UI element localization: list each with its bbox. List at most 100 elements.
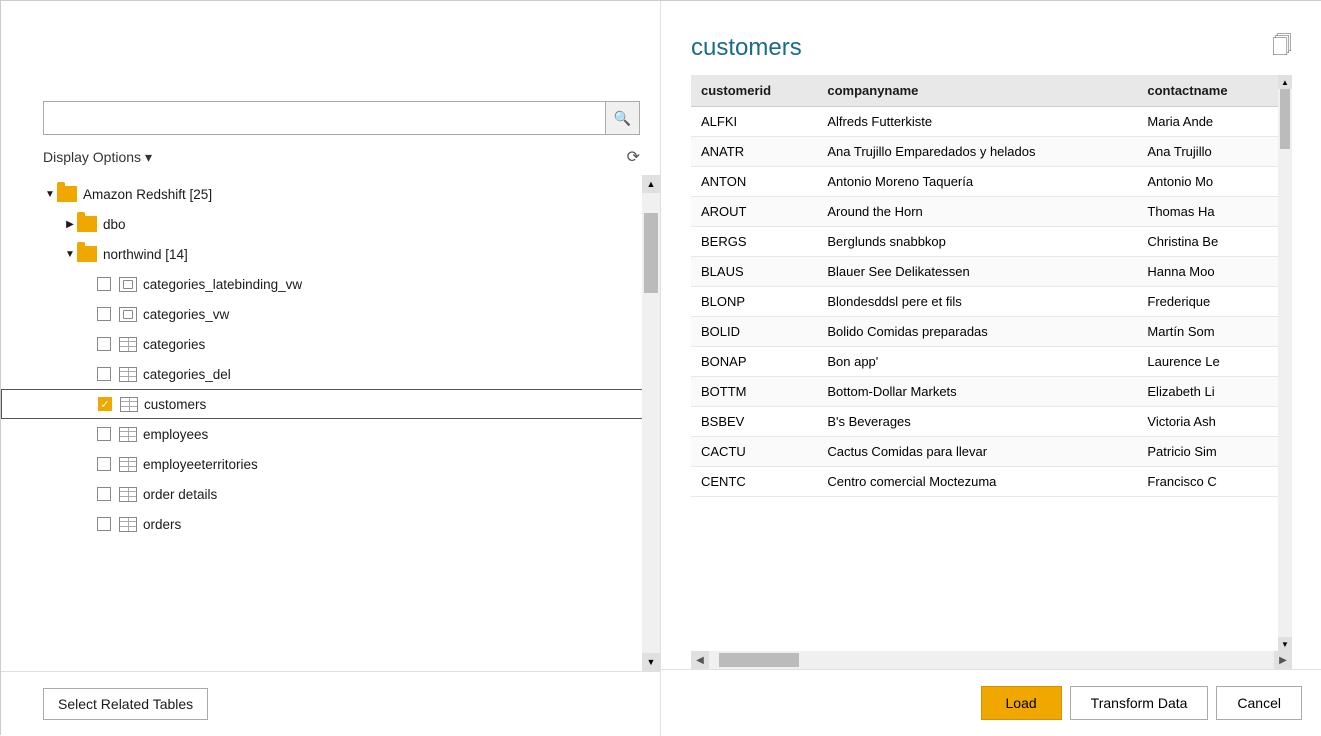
hscroll-right[interactable]: ▶ (1274, 651, 1292, 669)
table-icon-employees (119, 427, 137, 442)
table-row: AROUTAround the HornThomas Ha (691, 197, 1278, 227)
table-icon-customers (120, 397, 138, 412)
hscroll-track (709, 653, 1274, 667)
tree-label-amazon: Amazon Redshift [25] (83, 187, 212, 202)
cancel-button[interactable]: Cancel (1216, 686, 1302, 720)
tree-item-customers[interactable]: ✓ customers (1, 389, 660, 419)
tree-label-employeeterritories: employeeterritories (143, 457, 258, 472)
table-scroll-down[interactable]: ▼ (1278, 637, 1292, 651)
table-cell: Patricio Sim (1137, 437, 1278, 467)
tree-item-employeeterritories[interactable]: employeeterritories (1, 449, 660, 479)
tree-item-northwind[interactable]: ▼ northwind [14] (1, 239, 660, 269)
checkbox-customers[interactable]: ✓ (98, 397, 112, 411)
checkbox-categories[interactable] (97, 337, 111, 351)
table-cell: Elizabeth Li (1137, 377, 1278, 407)
table-row: BLAUSBlauer See DelikatessenHanna Moo (691, 257, 1278, 287)
checkbox-categories-vw[interactable] (97, 307, 111, 321)
display-options-button[interactable]: Display Options ▾ (43, 149, 152, 166)
view-icon-clbvw (119, 277, 137, 292)
folder-icon-amazon (57, 186, 77, 202)
checkbox-employeeterritories[interactable] (97, 457, 111, 471)
table-cell: BOTTM (691, 377, 817, 407)
table-scroll-thumb (1280, 89, 1290, 149)
table-cell: Antonio Mo (1137, 167, 1278, 197)
table-cell: CENTC (691, 467, 817, 497)
table-cell: BOLID (691, 317, 817, 347)
table-cell: Antonio Moreno Taquería (817, 167, 1137, 197)
checkbox-categories-latebinding-vw[interactable] (97, 277, 111, 291)
preview-title-row: customers 🗍 (661, 1, 1321, 75)
search-area: 🔍 (1, 1, 660, 135)
bottom-bar-left: Select Related Tables (1, 671, 660, 736)
table-cell: BLAUS (691, 257, 817, 287)
search-input[interactable] (44, 102, 605, 134)
bottom-bar-right: Load Transform Data Cancel (661, 669, 1321, 736)
tree-scroll-down[interactable]: ▼ (642, 653, 660, 671)
tree-item-categories-del[interactable]: categories_del (1, 359, 660, 389)
preview-table: customerid companyname contactname ALFKI… (691, 75, 1278, 497)
table-cell: Centro comercial Moctezuma (817, 467, 1137, 497)
table-scroll-up[interactable]: ▲ (1278, 75, 1292, 89)
col-companyname: companyname (817, 75, 1137, 107)
tree-item-categories-vw[interactable]: categories_vw (1, 299, 660, 329)
table-row: ANATRAna Trujillo Emparedados y heladosA… (691, 137, 1278, 167)
expand-arrow-northwind: ▼ (63, 249, 77, 260)
tree-item-categories[interactable]: categories (1, 329, 660, 359)
table-cell: ANATR (691, 137, 817, 167)
checkbox-categories-del[interactable] (97, 367, 111, 381)
tree-item-order-details[interactable]: order details (1, 479, 660, 509)
tree-item-dbo[interactable]: ▶ dbo (1, 209, 660, 239)
refresh-icon[interactable]: ⟳ (627, 147, 640, 167)
table-cell: ALFKI (691, 107, 817, 137)
table-icon-employeeterritories (119, 457, 137, 472)
checkbox-order-details[interactable] (97, 487, 111, 501)
tree-label-orders: orders (143, 517, 181, 532)
table-cell: BSBEV (691, 407, 817, 437)
load-button[interactable]: Load (981, 686, 1062, 720)
checkbox-employees[interactable] (97, 427, 111, 441)
table-cell: Martín Som (1137, 317, 1278, 347)
display-options-row: Display Options ▾ ⟳ (1, 139, 660, 175)
table-cell: Cactus Comidas para llevar (817, 437, 1137, 467)
table-cell: Francisco C (1137, 467, 1278, 497)
table-icon-categories (119, 337, 137, 352)
table-hscroll: ◀ ▶ (691, 651, 1292, 669)
tree-label-northwind: northwind [14] (103, 247, 188, 262)
tree-item-employees[interactable]: employees (1, 419, 660, 449)
tree-item-amazon[interactable]: ▼ Amazon Redshift [25] (1, 179, 660, 209)
table-row: BONAPBon app'Laurence Le (691, 347, 1278, 377)
tree-item-categories-latebinding-vw[interactable]: categories_latebinding_vw (1, 269, 660, 299)
hscroll-left[interactable]: ◀ (691, 651, 709, 669)
tree-label-categories-latebinding-vw: categories_latebinding_vw (143, 277, 302, 292)
table-icon-orders (119, 517, 137, 532)
select-related-button[interactable]: Select Related Tables (43, 688, 208, 720)
table-row: BOLIDBolido Comidas preparadasMartín Som (691, 317, 1278, 347)
folder-icon-dbo (77, 216, 97, 232)
transform-button[interactable]: Transform Data (1070, 686, 1209, 720)
tree-item-orders[interactable]: orders (1, 509, 660, 539)
table-cell: Around the Horn (817, 197, 1137, 227)
table-cell: BERGS (691, 227, 817, 257)
hscroll-thumb (719, 653, 799, 667)
search-box: 🔍 (43, 101, 640, 135)
table-cell: Frederique (1137, 287, 1278, 317)
tree-scrollbar: ▲ ▼ (642, 175, 660, 671)
tree-scroll-up[interactable]: ▲ (642, 175, 660, 193)
tree-area[interactable]: ▼ Amazon Redshift [25] ▶ dbo ▼ northwind… (1, 175, 660, 671)
table-cell: Ana Trujillo Emparedados y helados (817, 137, 1137, 167)
tree-label-categories-vw: categories_vw (143, 307, 229, 322)
display-options-label: Display Options (43, 149, 141, 165)
preview-title: customers (691, 34, 802, 62)
checkbox-orders[interactable] (97, 517, 111, 531)
save-icon[interactable]: 🗍 (1272, 31, 1292, 65)
table-cell: Laurence Le (1137, 347, 1278, 377)
table-cell: Ana Trujillo (1137, 137, 1278, 167)
table-row: ANTONAntonio Moreno TaqueríaAntonio Mo (691, 167, 1278, 197)
table-row: ALFKIAlfreds FutterkisteMaria Ande (691, 107, 1278, 137)
table-cell: ANTON (691, 167, 817, 197)
tree-label-categories: categories (143, 337, 205, 352)
table-cell: Bon app' (817, 347, 1137, 377)
search-icon-button[interactable]: 🔍 (605, 102, 639, 134)
table-cell: BLONP (691, 287, 817, 317)
table-cell: BONAP (691, 347, 817, 377)
